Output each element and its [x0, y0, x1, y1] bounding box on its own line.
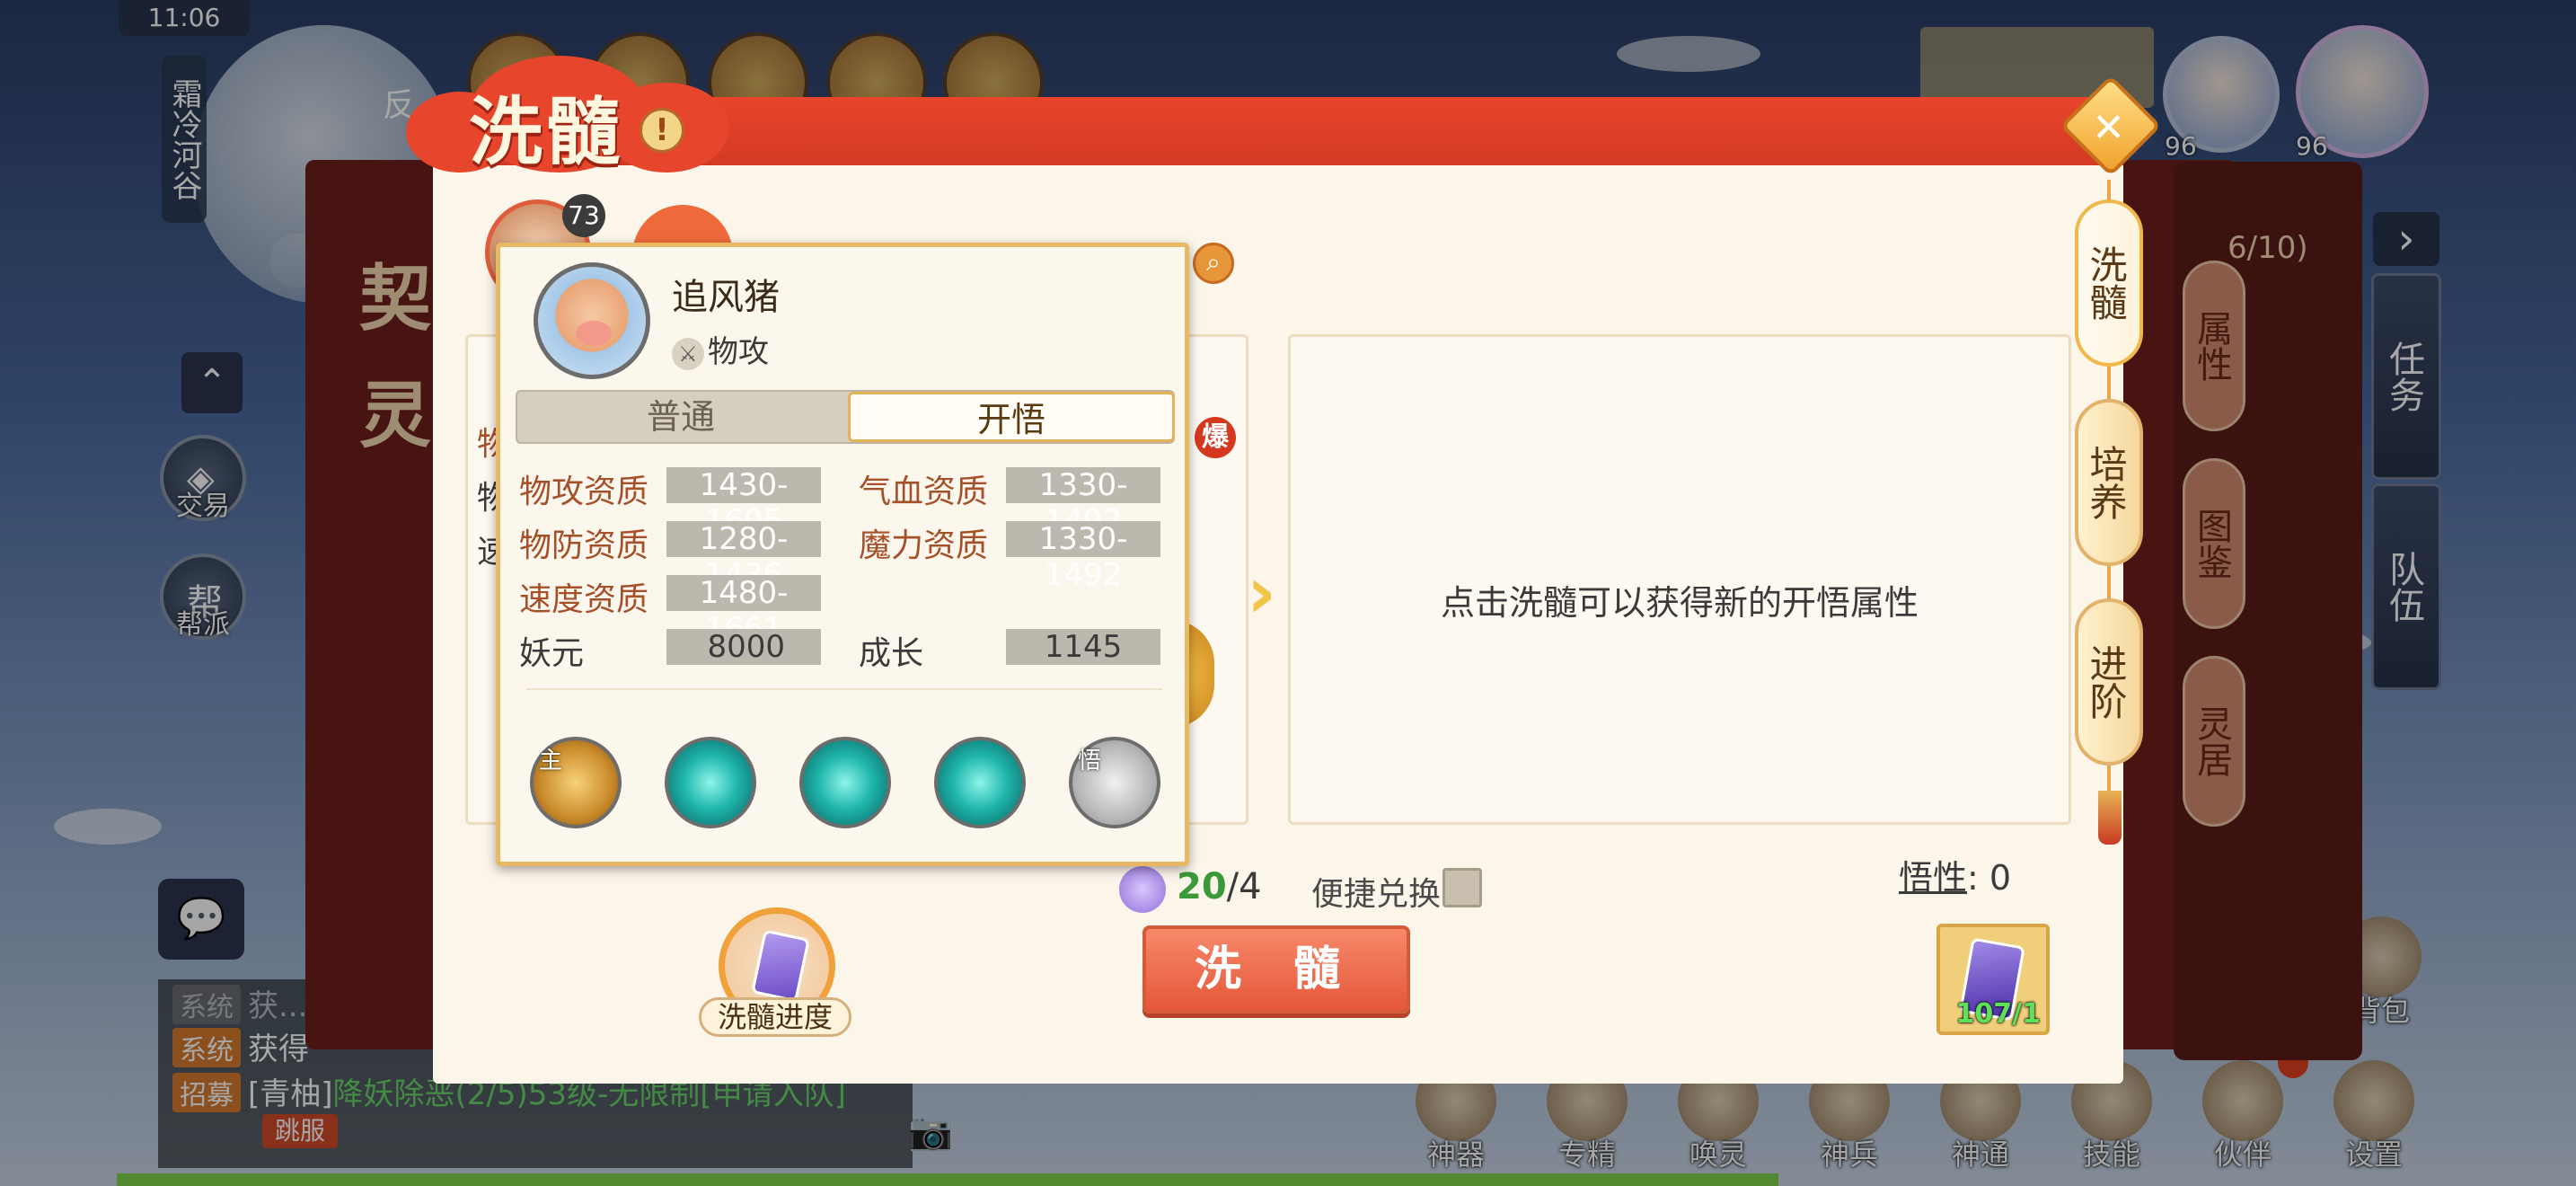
tab-cultivate[interactable]: 培养 — [2075, 399, 2143, 566]
pet-avatar — [534, 262, 650, 379]
search-icon[interactable]: ⌕ — [1193, 243, 1234, 284]
material-count: 20/4 — [1177, 866, 1262, 907]
hammer-skill-icon[interactable]: 主 — [530, 737, 622, 828]
comprehension-value: : 0 — [1967, 858, 2012, 898]
stat-value: 8000 — [666, 629, 821, 665]
dialog-title: 洗髓 — [469, 90, 624, 175]
stat-value: 1480-1661 — [666, 575, 821, 647]
card-icon — [751, 929, 810, 1003]
stat-value: 1430-1605 — [666, 467, 821, 539]
stat-label: 妖元 — [519, 635, 585, 672]
wash-button[interactable]: 洗 髓 — [1142, 925, 1410, 1013]
stat-value: 1330-1492 — [1006, 467, 1160, 539]
tab-enlightened[interactable]: 开悟 — [848, 392, 1175, 442]
stat-label: 速度资质 — [519, 581, 649, 618]
boom-badge: 爆 — [1195, 417, 1236, 458]
wash-progress-label: 洗髓进度 — [699, 997, 851, 1037]
material-required: /4 — [1226, 866, 1262, 907]
sword-icon: ⚔ — [672, 337, 704, 370]
comprehension-label[interactable]: 悟性 — [1899, 858, 1967, 898]
skill-badge: 主 — [539, 748, 563, 774]
wash-hint-text: 点击洗髓可以获得新的开悟属性 — [1440, 583, 1919, 623]
tab-normal[interactable]: 普通 — [517, 392, 844, 442]
info-icon[interactable]: ! — [640, 108, 684, 153]
attack-type: ⚔ 物攻 — [672, 327, 769, 371]
material-item-slot[interactable]: 107/1 — [1936, 924, 2050, 1035]
wash-material-icon — [1119, 866, 1166, 913]
close-icon: ✕ — [2092, 104, 2125, 151]
stat-label: 物攻资质 — [519, 474, 649, 510]
teal-orb-skill-icon[interactable] — [665, 737, 756, 828]
item-count: 107/1 — [1955, 998, 2041, 1030]
skill-badge: 悟 — [1078, 748, 1102, 774]
quick-exchange-checkbox[interactable] — [1442, 868, 1482, 907]
pet-name: 追风猪 — [672, 277, 780, 318]
divider — [526, 688, 1162, 690]
quick-exchange-label: 便捷兑换 — [1311, 876, 1442, 913]
attack-type-label: 物攻 — [708, 334, 769, 370]
teal-dragon-skill-icon[interactable] — [934, 737, 1026, 828]
teal-vortex-skill-icon[interactable] — [799, 737, 891, 828]
material-owned: 20 — [1177, 866, 1227, 907]
aptitude-tabs: 普通 开悟 — [516, 390, 1175, 444]
comprehension-display: 悟性: 0 — [1899, 850, 2011, 899]
stat-label: 成长 — [859, 635, 924, 672]
stat-value: 1280-1436 — [666, 521, 821, 593]
stat-value: 1330-1492 — [1006, 521, 1160, 593]
stat-label: 气血资质 — [859, 474, 989, 510]
arrow-right-icon: › — [1247, 551, 1276, 634]
stat-label: 魔力资质 — [859, 527, 989, 564]
stat-value: 1145 — [1006, 629, 1160, 665]
pet-level-badge: 73 — [562, 194, 605, 237]
locked-skill-icon[interactable]: 悟 — [1069, 737, 1160, 828]
stat-label: 物防资质 — [519, 527, 649, 564]
tab-wash[interactable]: 洗髓 — [2075, 199, 2143, 367]
tab-advance[interactable]: 进阶 — [2075, 598, 2143, 766]
tassel-ornament — [2098, 791, 2122, 845]
